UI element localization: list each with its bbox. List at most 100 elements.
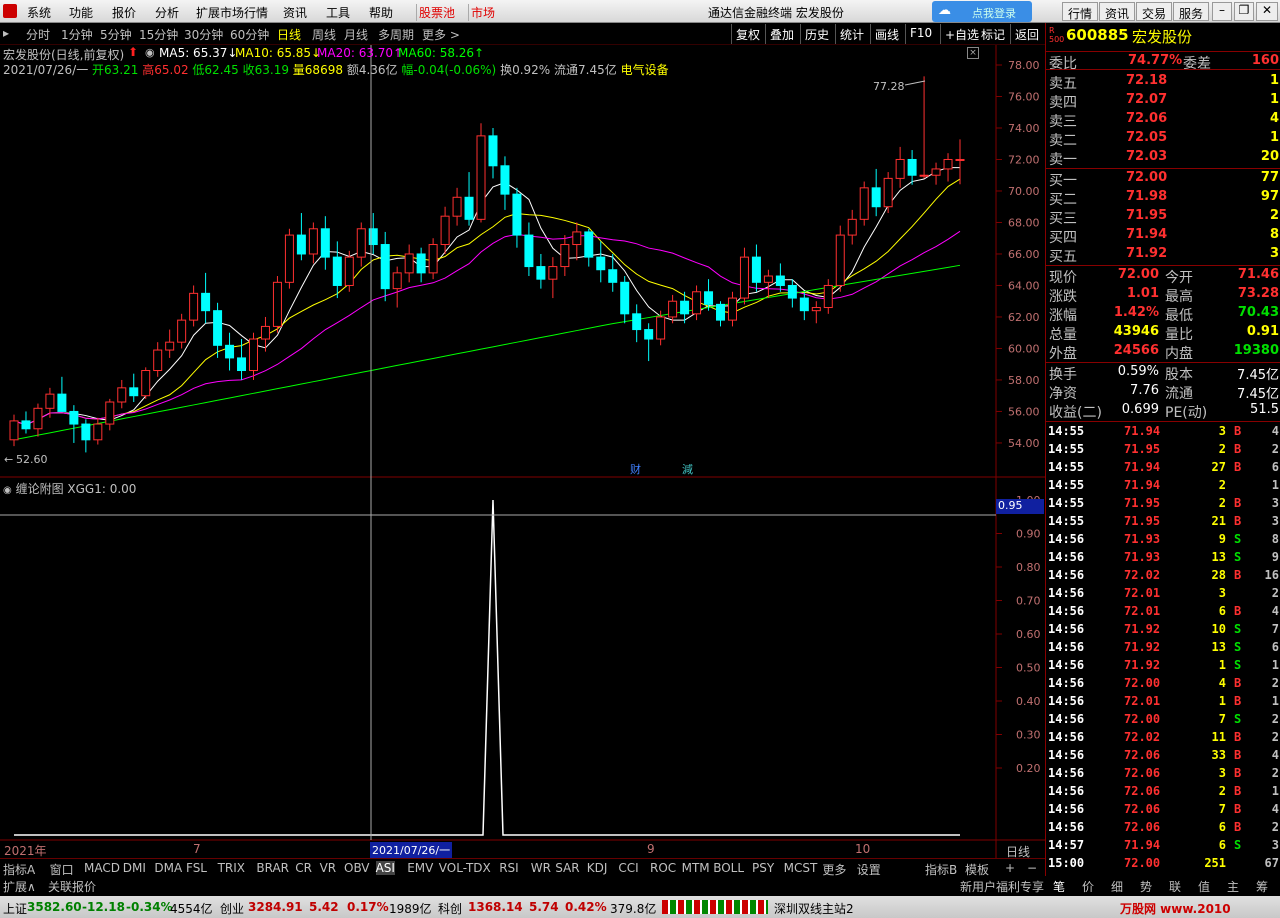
indicator-tab-11[interactable]: ASI (375, 861, 395, 875)
panel-tab-4[interactable]: 联 (1169, 878, 1181, 895)
menu-system[interactable]: 系统 (27, 4, 51, 21)
minimize-icon[interactable]: – (1212, 2, 1232, 21)
login-button[interactable]: ☁ 点我登录 (932, 1, 1032, 22)
menu-tools[interactable]: 工具 (326, 4, 350, 21)
menu-analysis[interactable]: 分析 (155, 4, 179, 21)
indicator-tab-4[interactable]: DMA (154, 861, 182, 875)
event-finance[interactable]: 财 (630, 462, 641, 476)
indicator-tab-9[interactable]: VR (320, 861, 337, 875)
panel-tab-0[interactable]: 笔 (1053, 878, 1065, 895)
indicator-tab-22[interactable]: PSY (752, 861, 774, 875)
btn-news[interactable]: 资讯 (1099, 2, 1136, 21)
indicator-tab-10[interactable]: OBV (344, 861, 370, 875)
sub-chart-settings-icon[interactable]: ◉ (3, 485, 12, 496)
indicator-tab-21[interactable]: BOLL (713, 861, 744, 875)
menu-extended-market[interactable]: 扩展市场行情 (196, 4, 268, 21)
tab-more[interactable]: 更多 > (422, 26, 460, 43)
btn-market[interactable]: 行情 (1062, 2, 1099, 21)
tab-multi-period[interactable]: 多周期 (378, 26, 414, 43)
tab-5min[interactable]: 5分钟 (100, 26, 132, 43)
btn-add-watch[interactable]: +自选 (940, 24, 983, 44)
ext-new-user-promo[interactable]: 新用户福利专享 (960, 878, 1044, 895)
close-icon[interactable]: ✕ (1256, 2, 1278, 21)
tab-daily[interactable]: 日线 (277, 26, 301, 43)
ext-toggle[interactable]: 扩展∧ (3, 878, 36, 895)
xaxis-label-oct: 10 (855, 842, 871, 856)
menu-market[interactable]: 市场 (468, 4, 495, 21)
buy-volume: 97 (1260, 189, 1279, 204)
indicator-tab-13[interactable]: VOL-TDX (439, 861, 491, 875)
indicator-right-3[interactable]: − (1027, 861, 1037, 875)
menu-news[interactable]: 资讯 (283, 4, 307, 21)
tab-1min[interactable]: 1分钟 (61, 26, 93, 43)
panel-tab-7[interactable]: 筹 (1256, 878, 1268, 895)
indicator-tab-5[interactable]: FSL (186, 861, 207, 875)
panel-tab-3[interactable]: 势 (1140, 878, 1152, 895)
btn-service[interactable]: 服务 (1173, 2, 1210, 21)
tab-60min[interactable]: 60分钟 (230, 26, 269, 43)
indicator-tab-6[interactable]: TRIX (218, 861, 245, 875)
tab-minute[interactable]: 分时 (26, 26, 50, 43)
btn-trade[interactable]: 交易 (1136, 2, 1173, 21)
indicator-tab-3[interactable]: DMI (123, 861, 146, 875)
xaxis-cursor-date: 2021/07/26/一 (370, 842, 453, 858)
trade-count: 2 (1271, 820, 1279, 834)
ext-related-quote[interactable]: 关联报价 (48, 878, 96, 895)
btn-return[interactable]: 返回 (1010, 24, 1043, 44)
indicator-right-2[interactable]: + (1005, 861, 1015, 875)
indicator-tab-17[interactable]: KDJ (587, 861, 608, 875)
btn-history[interactable]: 历史 (800, 24, 833, 44)
menu-help[interactable]: 帮助 (369, 4, 393, 21)
tab-30min[interactable]: 30分钟 (184, 26, 223, 43)
order-divider (1046, 168, 1280, 169)
candle-body (141, 370, 151, 397)
panel-tab-5[interactable]: 值 (1198, 878, 1210, 895)
indicator-tab-18[interactable]: CCI (618, 861, 638, 875)
panel-tab-2[interactable]: 细 (1111, 878, 1123, 895)
restore-icon[interactable]: ❐ (1234, 2, 1254, 21)
trade-volume: 6 (1218, 820, 1226, 834)
menu-quote[interactable]: 报价 (112, 4, 136, 21)
candle-body (632, 313, 642, 331)
btn-stats[interactable]: 统计 (835, 24, 868, 44)
candle-body (21, 420, 31, 430)
buy-price: 71.94 (1126, 227, 1168, 242)
event-reduce[interactable]: 減 (682, 462, 693, 476)
tab-monthly[interactable]: 月线 (344, 26, 368, 43)
indicator-tab-16[interactable]: SAR (555, 861, 579, 875)
panel-tab-6[interactable]: 主 (1227, 878, 1239, 895)
chart-settings-icon[interactable]: ◉ (145, 46, 155, 59)
indicator-tab-15[interactable]: WR (531, 861, 551, 875)
indicator-tab-23[interactable]: MCST (784, 861, 818, 875)
sell-volume: 4 (1269, 111, 1279, 126)
menu-stock-pool[interactable]: 股票池 (416, 4, 455, 21)
indicator-tab-14[interactable]: RSI (499, 861, 519, 875)
btn-adjust[interactable]: 复权 (731, 24, 764, 44)
cy-label[interactable]: 创业 (220, 900, 244, 917)
panel-tab-1[interactable]: 价 (1082, 878, 1094, 895)
server-label[interactable]: 深圳双线主站2 (774, 900, 854, 917)
indicator-tab-7[interactable]: BRAR (256, 861, 289, 875)
indicator-tab-2[interactable]: MACD (84, 861, 120, 875)
indicator-tab-20[interactable]: MTM (682, 861, 710, 875)
info-sector[interactable]: 电气设备 (621, 63, 669, 77)
trade-price: 71.92 (1124, 640, 1161, 654)
chart-close-icon[interactable]: × (967, 47, 979, 59)
stat2-row-1: 净资 7.76 流通 7.45亿 (1046, 382, 1280, 402)
kc-label[interactable]: 科创 (438, 900, 462, 917)
trade-time: 14:56 (1048, 712, 1085, 726)
menu-function[interactable]: 功能 (69, 4, 93, 21)
trade-volume: 1 (1218, 694, 1226, 708)
btn-mark[interactable]: 标记 (981, 26, 1005, 43)
toggle-icon[interactable]: ▸ (3, 26, 9, 40)
btn-f10[interactable]: F10 (905, 24, 936, 44)
indicator-tab-8[interactable]: CR (295, 861, 312, 875)
btn-draw[interactable]: 画线 (870, 24, 903, 44)
sh-label[interactable]: 上证 (3, 900, 27, 917)
kline-chart[interactable]: 78.00 76.00 74.00 72.00 70.00 68.00 66.00 64.00… (0, 45, 1045, 858)
indicator-tab-19[interactable]: ROC (650, 861, 676, 875)
tab-weekly[interactable]: 周线 (312, 26, 336, 43)
btn-overlay[interactable]: 叠加 (765, 24, 798, 44)
indicator-tab-12[interactable]: EMV (407, 861, 433, 875)
tab-15min[interactable]: 15分钟 (139, 26, 178, 43)
